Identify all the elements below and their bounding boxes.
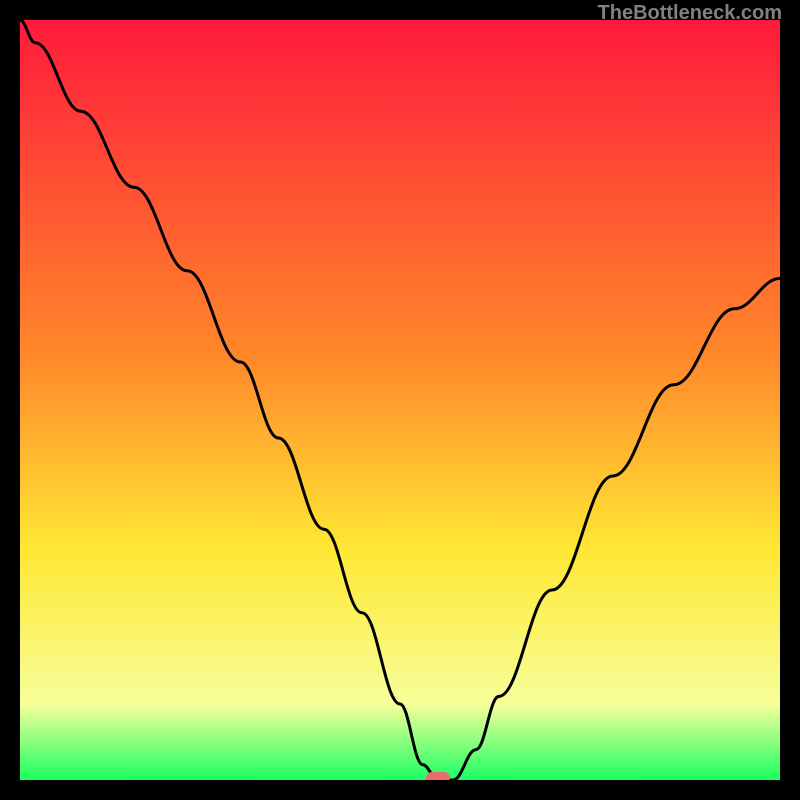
- gradient-background: [20, 20, 780, 780]
- chart-container: TheBottleneck.com: [0, 0, 800, 800]
- bottleneck-chart: [20, 20, 780, 780]
- optimal-marker: [426, 772, 450, 780]
